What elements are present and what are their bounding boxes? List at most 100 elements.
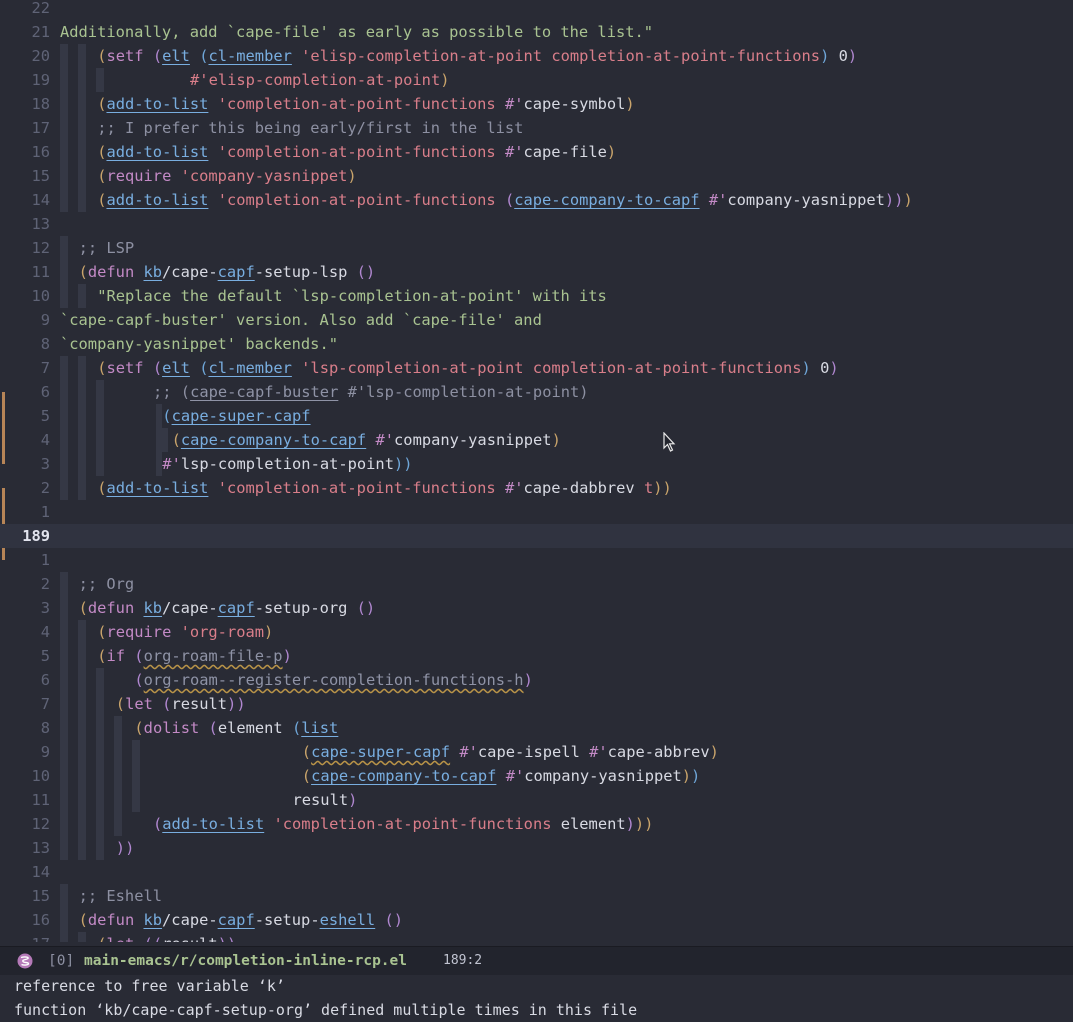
- code-token: (: [301, 767, 312, 785]
- code-line[interactable]: 4 (cape-company-to-capf #'company-yasnipp…: [0, 428, 1073, 452]
- code-line[interactable]: 22: [0, 0, 1073, 20]
- code-line[interactable]: 11 (defun kb/cape-capf-setup-lsp (): [0, 260, 1073, 284]
- indent-guide: [78, 188, 86, 212]
- code-line[interactable]: 4 (require 'org-roam): [0, 620, 1073, 644]
- code-token: cl-member: [208, 47, 292, 65]
- code-text: result): [293, 788, 358, 812]
- code-token: (): [384, 911, 404, 929]
- line-number: 16: [31, 911, 50, 929]
- indent-guide: [78, 428, 86, 452]
- code-token: (: [134, 647, 144, 665]
- code-token: #': [589, 743, 608, 761]
- code-token: (: [208, 719, 218, 737]
- code-token: /cape-: [162, 599, 218, 617]
- code-token: cape-abbrev: [607, 743, 710, 761]
- code-line[interactable]: 8 `company-yasnippet' backends.": [0, 332, 1073, 356]
- code-line[interactable]: 15 ;; Eshell: [0, 884, 1073, 908]
- indent-guide: [96, 692, 104, 716]
- code-token: #': [504, 95, 524, 113]
- line-number: 10: [31, 287, 50, 305]
- code-line[interactable]: 13)): [0, 836, 1073, 860]
- code-token: ;; Org: [78, 575, 135, 593]
- indent-guide: [162, 428, 168, 452]
- indent-guide: [114, 812, 122, 836]
- code-line[interactable]: 2 (add-to-list 'completion-at-point-funct…: [0, 476, 1073, 500]
- code-line[interactable]: 10 (cape-company-to-capf #'company-yasnip…: [0, 764, 1073, 788]
- code-line[interactable]: 18 (add-to-list 'completion-at-point-func…: [0, 92, 1073, 116]
- code-text: (cape-company-to-capf #'company-yasnippe…: [172, 428, 561, 452]
- code-line[interactable]: 14 (add-to-list 'completion-at-point-func…: [0, 188, 1073, 212]
- code-token: (): [356, 599, 376, 617]
- code-token: (: [134, 719, 144, 737]
- code-line[interactable]: 5 (if (org-roam-file-p): [0, 644, 1073, 668]
- code-line[interactable]: 5 (cape-super-capf: [0, 404, 1073, 428]
- code-line[interactable]: 16 (add-to-list 'completion-at-point-func…: [0, 140, 1073, 164]
- code-line[interactable]: 9 `cape-capf-buster' version. Also add `c…: [0, 308, 1073, 332]
- code-line[interactable]: 15 (require 'company-yasnippet): [0, 164, 1073, 188]
- code-line[interactable]: 16 (defun kb/cape-capf-setup-eshell (): [0, 908, 1073, 932]
- code-line[interactable]: 1: [0, 500, 1073, 524]
- code-token: `cape-capf-buster' version. Also add `ca…: [60, 311, 542, 329]
- indent-guide: [78, 284, 86, 308]
- indent-guide: [60, 788, 68, 812]
- code-line[interactable]: 12 (add-to-list 'completion-at-point-func…: [0, 812, 1073, 836]
- code-line[interactable]: 19 #'elisp-completion-at-point): [0, 68, 1073, 92]
- code-line[interactable]: 8 (dolist (element (list: [0, 716, 1073, 740]
- code-line[interactable]: 14: [0, 860, 1073, 884]
- code-line[interactable]: 3 #'lsp-completion-at-point)): [0, 452, 1073, 476]
- indent-guide: [132, 788, 140, 812]
- code-line[interactable]: 10 "Replace the default `lsp-completion-a…: [0, 284, 1073, 308]
- code-token: (: [115, 695, 126, 713]
- current-code-line[interactable]: 189: [0, 524, 1073, 548]
- code-token: -setup-org: [254, 599, 357, 617]
- code-token: cape-capf-buster: [190, 383, 339, 401]
- code-line[interactable]: 21 Additionally, add `cape-file' as early…: [0, 20, 1073, 44]
- code-text: (cape-company-to-capf #'company-yasnippe…: [302, 764, 701, 788]
- indent-guide: [78, 44, 86, 68]
- code-token: element: [217, 719, 292, 737]
- indent-guide: [60, 92, 68, 116]
- code-token: org-roam--register-completion-functions-…: [143, 671, 524, 689]
- line-number: 3: [40, 599, 50, 617]
- indent-guide: [114, 740, 122, 764]
- indent-guide: [78, 764, 86, 788]
- code-line[interactable]: 17 ;; I prefer this being early/first in …: [0, 116, 1073, 140]
- line-number: 5: [40, 647, 50, 665]
- code-line[interactable]: 7 (let (result)): [0, 692, 1073, 716]
- indent-guide: [96, 764, 104, 788]
- code-text: (if (org-roam-file-p): [97, 644, 292, 668]
- code-line[interactable]: 7 (setf (elt (cl-member 'lsp-completion-a…: [0, 356, 1073, 380]
- code-token: #': [505, 767, 525, 785]
- indent-guide: [60, 716, 68, 740]
- code-token: 'company-yasnippet: [180, 167, 348, 185]
- buffer-file-name[interactable]: main-emacs/r/completion-inline-rcp.el: [84, 947, 407, 975]
- code-line[interactable]: 3 (defun kb/cape-capf-setup-org (): [0, 596, 1073, 620]
- code-token: element: [560, 815, 626, 833]
- code-line[interactable]: 6 (org-roam--register-completion-function…: [0, 668, 1073, 692]
- code-token: let: [125, 695, 163, 713]
- code-text: (defun kb/cape-capf-setup-lsp (): [79, 260, 376, 284]
- code-line[interactable]: 2 ;; Org: [0, 572, 1073, 596]
- code-line[interactable]: 6 ;; (cape-capf-buster #'lsp-completion-a…: [0, 380, 1073, 404]
- code-token: #': [162, 455, 181, 473]
- editor-buffer[interactable]: 22 21 Additionally, add `cape-file' as ear…: [0, 0, 1073, 942]
- code-token: (): [356, 263, 376, 281]
- indent-guide: [78, 620, 86, 644]
- code-line[interactable]: 20 (setf (elt (cl-member 'elisp-completio…: [0, 44, 1073, 68]
- line-number: 14: [31, 863, 50, 881]
- code-line[interactable]: 12 ;; LSP: [0, 236, 1073, 260]
- line-number: 22: [31, 0, 50, 17]
- code-token: elt: [162, 47, 190, 65]
- code-line[interactable]: 9 (cape-super-capf #'cape-ispell #'cape-a…: [0, 740, 1073, 764]
- indent-guide: [78, 740, 86, 764]
- code-token: #': [504, 143, 524, 161]
- line-number: 1: [40, 551, 50, 569]
- code-token: (: [78, 599, 88, 617]
- code-line[interactable]: 13: [0, 212, 1073, 236]
- code-line[interactable]: 11 result): [0, 788, 1073, 812]
- code-line[interactable]: 1: [0, 548, 1073, 572]
- code-token: kb: [143, 263, 163, 281]
- code-line[interactable]: 17 (let ((result)): [0, 932, 1073, 942]
